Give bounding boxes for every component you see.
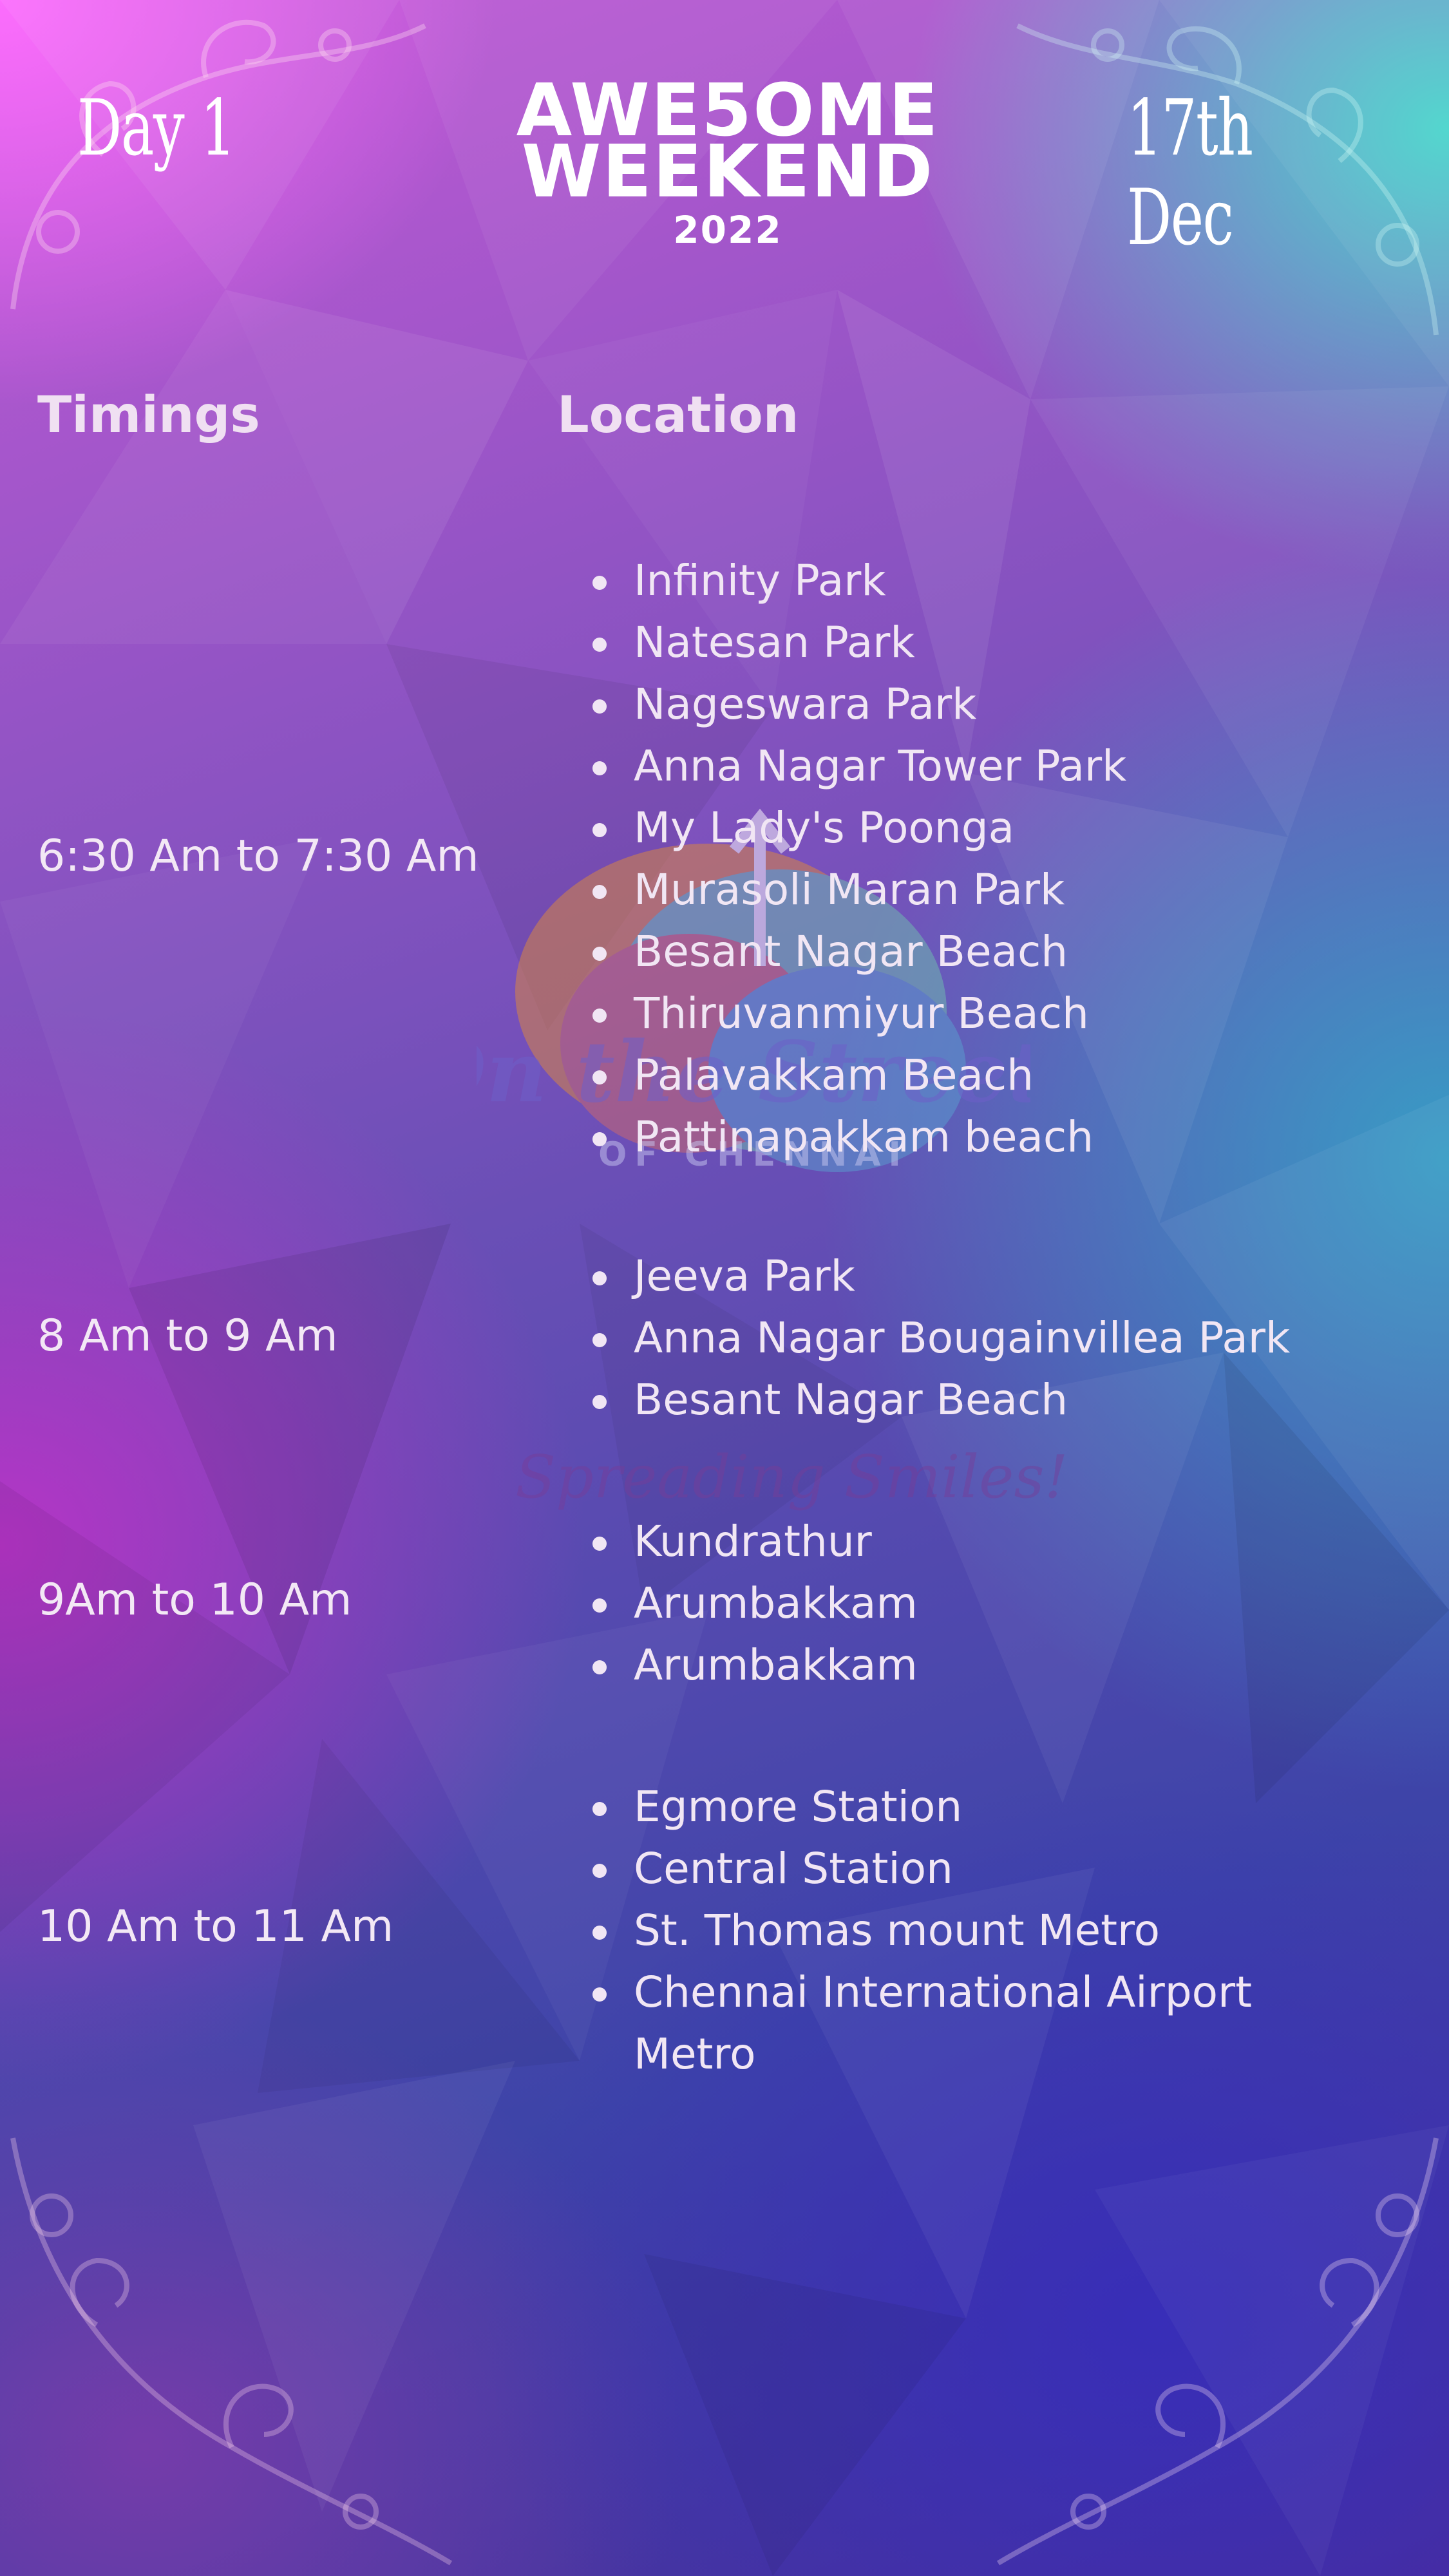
list-item: Egmore Station (592, 1776, 1406, 1838)
list-item: Anna Nagar Bougainvillea Park (592, 1307, 1406, 1369)
day-label: Day 1 (77, 84, 236, 173)
list-item: Thiruvanmiyur Beach (592, 983, 1406, 1045)
timing-slot-4: 10 Am to 11 Am (37, 1901, 394, 1952)
title-year: 2022 (673, 208, 782, 252)
title-line-2: WEEKEND (521, 130, 934, 214)
timing-slot-2: 8 Am to 9 Am (37, 1311, 338, 1361)
list-item: Infinity Park (592, 550, 1406, 612)
location-list-slot-3: Kundrathur Arumbakkam Arumbakkam (592, 1511, 1406, 1696)
event-title: AWE5OME WEEKEND 2022 (502, 75, 953, 252)
location-heading: Location (557, 386, 799, 444)
floral-ornament-bottom-right (996, 2137, 1439, 2566)
timings-heading: Timings (37, 386, 260, 444)
list-item: My Lady's Poonga (592, 797, 1406, 859)
list-item: St. Thomas mount Metro (592, 1900, 1406, 1962)
list-item: Central Station (592, 1838, 1406, 1900)
watermark-tagline: Spreading Smiles! (515, 1443, 1068, 1511)
list-item: Besant Nagar Beach (592, 921, 1406, 983)
list-item: Jeeva Park (592, 1245, 1406, 1307)
list-item: Arumbakkam (592, 1573, 1406, 1634)
timing-slot-1: 6:30 Am to 7:30 Am (37, 831, 479, 882)
list-item: Chennai International Airport Metro (592, 1962, 1329, 2085)
list-item: Natesan Park (592, 612, 1406, 674)
list-item: Anna Nagar Tower Park (592, 735, 1406, 797)
timing-slot-3: 9Am to 10 Am (37, 1575, 352, 1625)
list-item: Pattinapakkam beach (592, 1106, 1406, 1168)
location-list-slot-1: Infinity Park Natesan Park Nageswara Par… (592, 550, 1406, 1168)
date-label: 17th Dec (1127, 84, 1253, 263)
list-item: Murasoli Maran Park (592, 859, 1406, 921)
location-list-slot-2: Jeeva Park Anna Nagar Bougainvillea Park… (592, 1245, 1406, 1431)
list-item: Palavakkam Beach (592, 1045, 1406, 1106)
location-list-slot-4: Egmore Station Central Station St. Thoma… (592, 1776, 1406, 2085)
list-item: Besant Nagar Beach (592, 1369, 1406, 1431)
list-item: Nageswara Park (592, 674, 1406, 735)
floral-ornament-bottom-left (10, 2137, 453, 2566)
list-item: Arumbakkam (592, 1634, 1406, 1696)
list-item: Kundrathur (592, 1511, 1406, 1573)
